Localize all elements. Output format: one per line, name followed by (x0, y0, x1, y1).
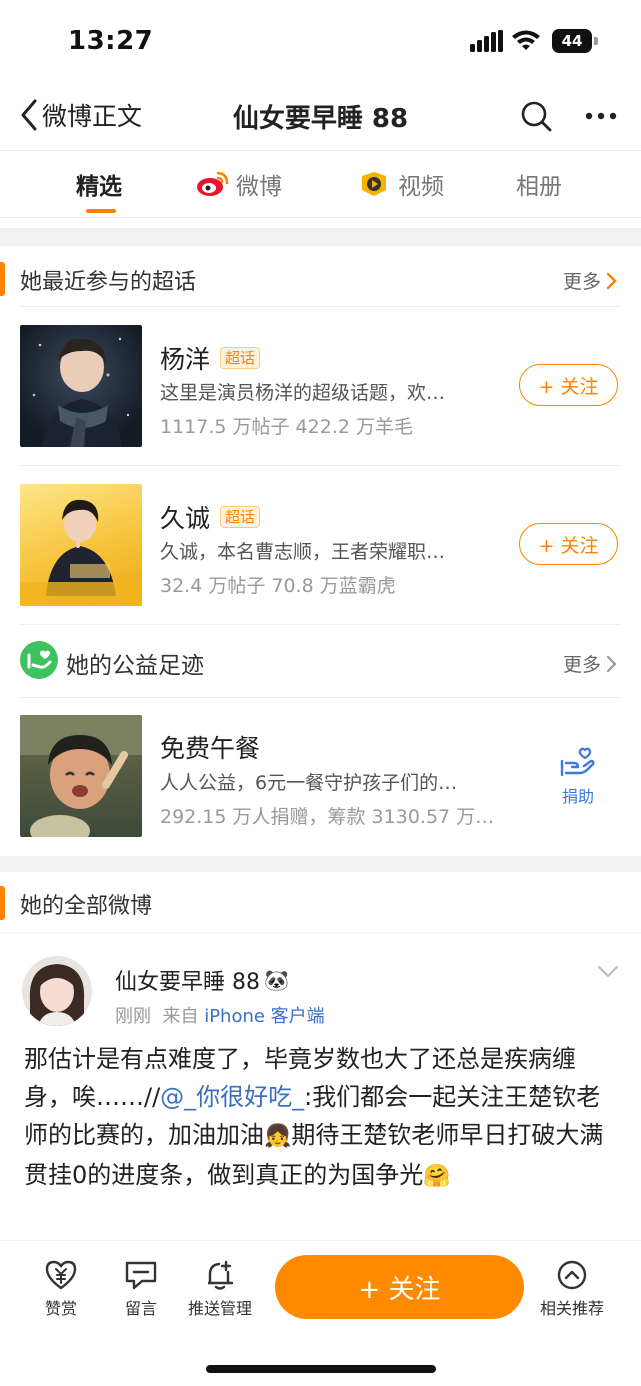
charity-name[interactable]: 免费午餐 (160, 729, 260, 765)
comment-button[interactable]: 留言 (118, 1259, 164, 1319)
push-settings-button[interactable]: 推送管理 (184, 1259, 256, 1319)
section-accent-bar (0, 886, 5, 920)
girl-emoji: 👧 (264, 1124, 292, 1149)
search-icon[interactable] (520, 100, 552, 132)
video-icon (362, 172, 386, 196)
divider (20, 697, 621, 698)
supertopic-yangyang-image[interactable] (20, 325, 142, 447)
tab-video-label: 视频 (398, 174, 444, 200)
reward-label: 赞赏 (44, 1299, 77, 1318)
cellular-signal-icon (470, 30, 503, 52)
battery-level: 44 (552, 29, 592, 53)
avatar[interactable] (22, 956, 92, 1026)
section-gap (0, 856, 641, 872)
tab-featured-label: 精选 (76, 174, 122, 200)
profile-tabs: 精选 微博 视频 相册 (0, 150, 641, 218)
chevron-right-icon (606, 272, 617, 289)
tab-weibo-label: 微博 (236, 174, 282, 200)
more-label: 更多 (562, 271, 601, 293)
chevron-right-icon (606, 655, 617, 672)
supertopic-desc: 这里是演员杨洋的超级话题，欢… (160, 382, 446, 404)
supertopic-name-label: 久诚 (160, 504, 211, 533)
supertopic-badge: 超话 (220, 506, 261, 528)
charity-desc: 人人公益，6元一餐守护孩子们的… (160, 772, 458, 794)
charity-icon (20, 641, 58, 679)
charity-more-link[interactable]: 更多 (563, 650, 619, 677)
nav-header: 微博正文 仙女要早睡 88 (0, 86, 641, 144)
status-time: 13:27 (68, 26, 154, 56)
status-bar: 13:27 44 (0, 0, 641, 86)
post-time: 刚刚 (115, 1006, 151, 1027)
donate-hand-icon (560, 747, 595, 777)
charity-title: 她的公益足迹 (66, 653, 204, 679)
chevron-up-circle-icon (557, 1260, 587, 1290)
follow-supertopic-button[interactable]: + 关注 (519, 523, 618, 565)
related-recommend-button[interactable]: 相关推荐 (536, 1259, 608, 1319)
section-accent-bar (0, 262, 5, 296)
supertopic-stats: 32.4 万帖子 70.8 万蓝霸虎 (160, 575, 396, 597)
tab-album-label: 相册 (516, 174, 562, 200)
donate-label: 捐助 (561, 787, 594, 806)
push-settings-label: 推送管理 (187, 1299, 252, 1318)
post-author-name: 仙女要早睡 88 (115, 970, 260, 995)
post-author[interactable]: 仙女要早睡 88 🐼 (115, 964, 289, 996)
post-source[interactable]: iPhone 客户端 (204, 1006, 324, 1027)
hug-emoji: 🤗 (423, 1164, 451, 1189)
follow-supertopic-button[interactable]: + 关注 (519, 364, 618, 406)
supertopics-more-link[interactable]: 更多 (563, 267, 619, 294)
reward-heart-icon (45, 1260, 77, 1290)
tab-weibo[interactable]: 微博 (196, 167, 282, 201)
related-recommend-label: 相关推荐 (539, 1299, 604, 1318)
supertopic-badge: 超话 (220, 347, 261, 369)
tab-album[interactable]: 相册 (516, 167, 562, 201)
divider (0, 932, 641, 933)
comment-label: 留言 (124, 1299, 157, 1318)
supertopic-name[interactable]: 久诚 超话 (160, 499, 261, 535)
tab-video[interactable]: 视频 (358, 167, 444, 201)
charity-image[interactable] (20, 715, 142, 837)
more-options-icon[interactable] (584, 102, 618, 130)
home-indicator[interactable] (206, 1365, 436, 1373)
comment-icon (125, 1261, 157, 1290)
panda-emoji: 🐼 (264, 968, 289, 992)
more-label: 更多 (562, 654, 601, 676)
supertopic-desc: 久诚，本名曹志顺，王者荣耀职… (160, 541, 446, 563)
supertopic-name[interactable]: 杨洋 超话 (160, 340, 261, 376)
supertopics-title: 她最近参与的超话 (20, 270, 197, 295)
post-text: 那估计是有点难度了，毕竟岁数也大了还总是疾病缠身，唉……//@_你很好吃_:我们… (24, 1040, 620, 1196)
posts-section-title: 她的全部微博 (20, 894, 153, 919)
tab-featured[interactable]: 精选 (76, 167, 122, 201)
weibo-logo-icon (197, 171, 229, 196)
donate-button[interactable]: 捐助 (548, 745, 608, 807)
section-gap (0, 228, 641, 246)
post-mention-link[interactable]: @_你很好吃_ (160, 1083, 304, 1111)
wifi-icon (512, 30, 540, 50)
supertopic-stats: 1117.5 万帖子 422.2 万羊毛 (160, 416, 413, 438)
divider (20, 624, 621, 625)
divider (20, 306, 621, 307)
bottom-action-bar: 赞赏 留言 推送管理 + 关注 相关推荐 (0, 1240, 641, 1386)
follow-user-button[interactable]: + 关注 (275, 1255, 524, 1319)
bell-plus-icon (208, 1260, 234, 1290)
supertopic-jiucheng-image[interactable] (20, 484, 142, 606)
post-source-prefix: 来自 (162, 1006, 199, 1027)
battery-icon: 44 (552, 29, 598, 53)
active-tab-indicator (86, 209, 116, 213)
chevron-down-icon[interactable] (596, 964, 620, 980)
divider (20, 465, 621, 466)
supertopic-name-label: 杨洋 (160, 345, 211, 374)
post-meta: 刚刚 来自 iPhone 客户端 (115, 1002, 325, 1028)
charity-stats: 292.15 万人捐赠，筹款 3130.57 万… (160, 806, 495, 828)
reward-button[interactable]: 赞赏 (38, 1259, 84, 1319)
